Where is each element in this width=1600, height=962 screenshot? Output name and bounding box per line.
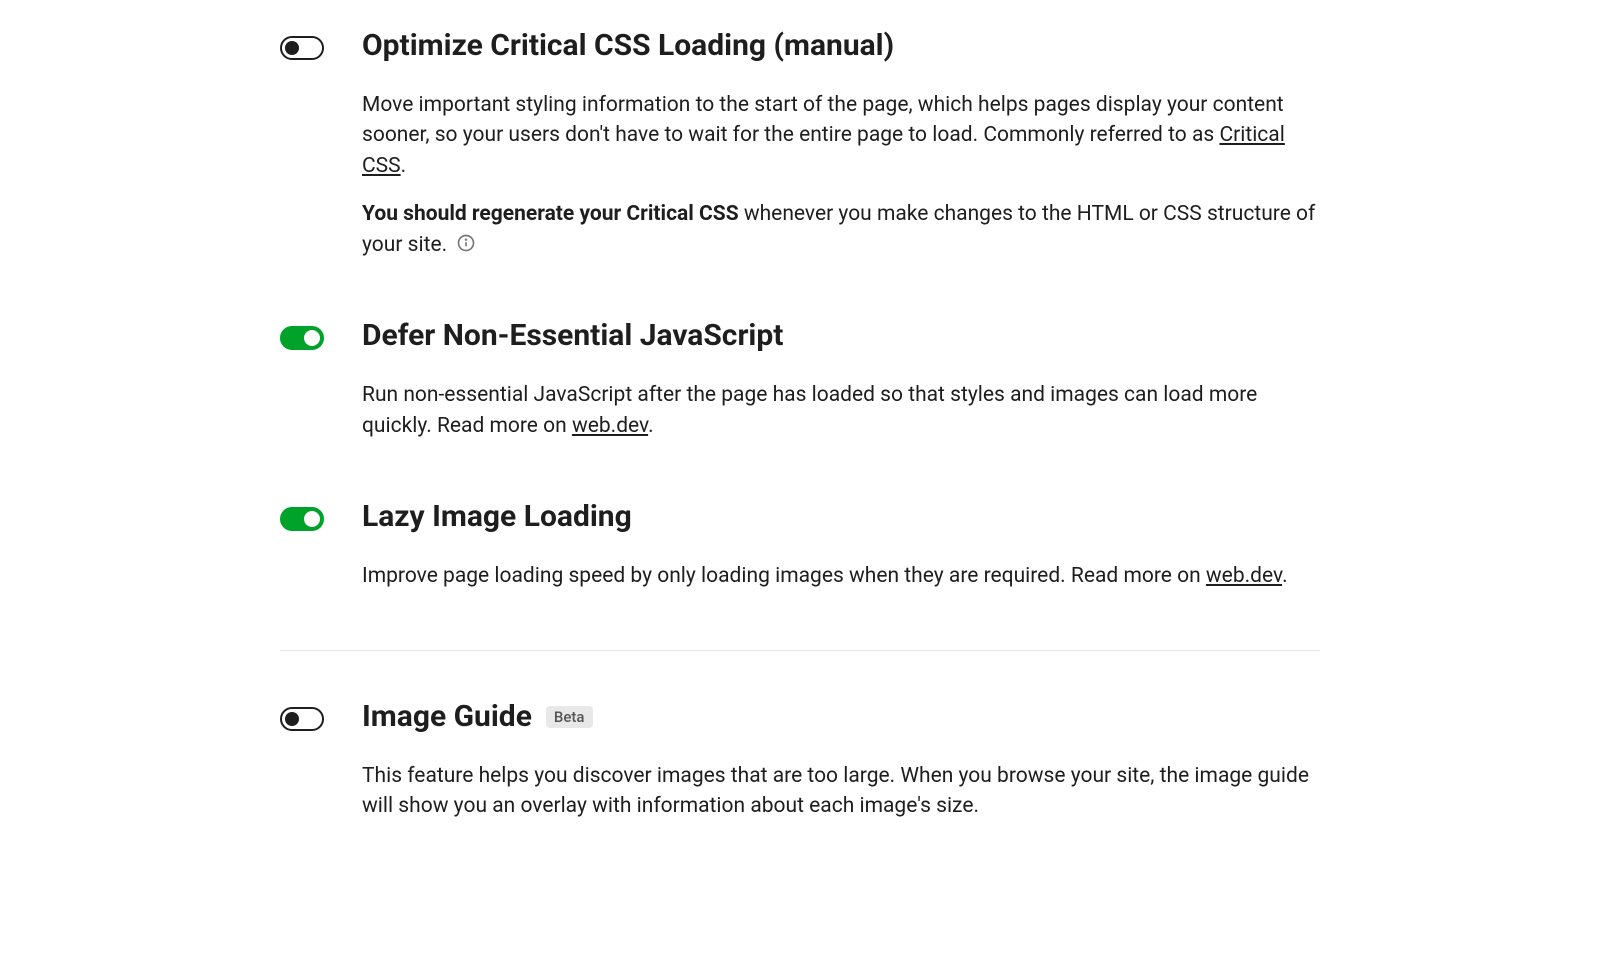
setting-description: Run non-essential JavaScript after the p… <box>362 380 1320 441</box>
settings-container: Optimize Critical CSS Loading (manual) M… <box>260 28 1340 821</box>
link-webdev-lazy[interactable]: web.dev <box>1206 564 1282 588</box>
title-text: Image Guide <box>362 699 532 735</box>
beta-badge: Beta <box>546 706 593 728</box>
info-icon[interactable] <box>456 233 476 253</box>
toggle-column <box>280 318 324 350</box>
title-text: Lazy Image Loading <box>362 499 632 535</box>
toggle-image-guide[interactable] <box>280 707 324 731</box>
setting-title-lazy-images: Lazy Image Loading <box>362 499 1320 535</box>
desc-pre: Improve page loading speed by only loadi… <box>362 564 1206 588</box>
setting-title-defer-js: Defer Non-Essential JavaScript <box>362 318 1320 354</box>
toggle-critical-css[interactable] <box>280 36 324 60</box>
setting-lazy-images: Lazy Image Loading Improve page loading … <box>280 499 1320 591</box>
content-column: Lazy Image Loading Improve page loading … <box>362 499 1320 591</box>
toggle-knob <box>285 41 299 55</box>
setting-title-critical-css: Optimize Critical CSS Loading (manual) <box>362 28 1320 64</box>
setting-note: You should regenerate your Critical CSS … <box>362 199 1320 260</box>
content-column: Image Guide Beta This feature helps you … <box>362 699 1320 822</box>
setting-defer-js: Defer Non-Essential JavaScript Run non-e… <box>280 318 1320 441</box>
content-column: Optimize Critical CSS Loading (manual) M… <box>362 28 1320 260</box>
toggle-knob <box>304 330 320 346</box>
setting-description: This feature helps you discover images t… <box>362 761 1320 822</box>
desc-pre: Move important styling information to th… <box>362 93 1284 147</box>
setting-description: Move important styling information to th… <box>362 90 1320 181</box>
toggle-lazy-images[interactable] <box>280 507 324 531</box>
title-text: Optimize Critical CSS Loading (manual) <box>362 28 894 64</box>
setting-critical-css: Optimize Critical CSS Loading (manual) M… <box>280 28 1320 260</box>
toggle-column <box>280 699 324 731</box>
setting-title-image-guide: Image Guide Beta <box>362 699 1320 735</box>
toggle-knob <box>285 712 299 726</box>
link-webdev-defer[interactable]: web.dev <box>572 414 648 438</box>
desc-post: . <box>1282 564 1288 588</box>
title-text: Defer Non-Essential JavaScript <box>362 318 783 354</box>
note-strong: You should regenerate your Critical CSS <box>362 202 739 226</box>
setting-description: Improve page loading speed by only loadi… <box>362 561 1320 591</box>
desc-post: . <box>648 414 654 438</box>
toggle-column <box>280 499 324 531</box>
content-column: Defer Non-Essential JavaScript Run non-e… <box>362 318 1320 441</box>
toggle-knob <box>304 511 320 527</box>
toggle-defer-js[interactable] <box>280 326 324 350</box>
toggle-column <box>280 28 324 60</box>
desc-pre: Run non-essential JavaScript after the p… <box>362 383 1257 437</box>
desc-post: . <box>401 154 407 178</box>
setting-image-guide: Image Guide Beta This feature helps you … <box>280 650 1320 822</box>
